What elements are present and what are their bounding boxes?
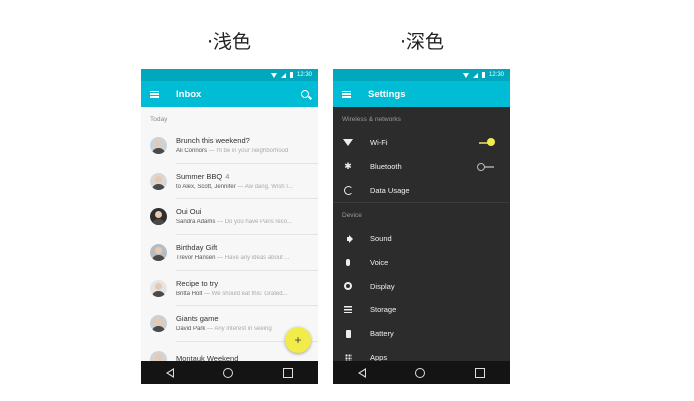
display-icon xyxy=(344,282,352,291)
wifi-toggle[interactable] xyxy=(477,137,495,148)
message-item[interactable]: Summer BBQ 4 to Alex, Scott, Jennifer — A… xyxy=(141,164,318,200)
message-item[interactable]: Brunch this weekend? Ali Connors — I'll … xyxy=(141,128,318,164)
message-subject: Summer BBQ xyxy=(176,171,223,181)
light-theme-caption: ·浅色 xyxy=(207,31,252,53)
battery-icon xyxy=(345,329,351,338)
compose-button[interactable]: + xyxy=(285,327,311,353)
navigation-bar xyxy=(141,361,318,384)
recent-apps-icon[interactable] xyxy=(283,367,294,378)
setting-label: Storage xyxy=(370,305,397,315)
message-subject: Birthday Gift xyxy=(176,243,218,253)
setting-sound[interactable]: Sound xyxy=(333,227,510,251)
status-bar: 12:30 xyxy=(333,69,510,81)
setting-label: Voice xyxy=(370,258,389,268)
back-icon[interactable] xyxy=(357,367,366,378)
section-label: Today xyxy=(150,116,168,123)
storage-icon xyxy=(344,306,352,314)
message-preview: — Aw dang, Wish I... xyxy=(235,183,293,190)
app-bar: Settings xyxy=(333,81,510,107)
setting-storage[interactable]: Storage xyxy=(333,298,510,322)
back-icon[interactable] xyxy=(165,367,174,378)
message-item[interactable]: Birthday Gift Trevor Hansen — Have any i… xyxy=(141,235,318,271)
message-sender: Britta Holt xyxy=(176,290,203,297)
setting-bluetooth[interactable]: ✱ Bluetooth xyxy=(333,155,510,179)
bluetooth-icon: ✱ xyxy=(344,161,352,172)
wifi-status-icon xyxy=(270,72,277,78)
clock: 12:30 xyxy=(296,72,312,78)
message-subject: Giants game xyxy=(176,314,219,324)
message-preview: — Have any ideas about ... xyxy=(215,255,290,262)
message-sender: Ali Connors xyxy=(176,148,208,155)
search-icon[interactable] xyxy=(301,90,309,98)
message-item[interactable]: Oui Oui Sandra Adams — Do you have Paris… xyxy=(141,199,318,235)
message-subject: Brunch this weekend? xyxy=(176,136,250,146)
home-icon[interactable] xyxy=(223,367,234,378)
menu-icon[interactable] xyxy=(150,90,159,98)
page-title: Inbox xyxy=(176,88,202,100)
thread-count: 4 xyxy=(225,171,230,181)
message-sender: Trevor Hansen xyxy=(176,255,216,262)
message-subject: Oui Oui xyxy=(176,207,202,217)
message-preview: — Any interest in seeing xyxy=(205,326,272,333)
setting-battery[interactable]: Battery xyxy=(333,322,510,346)
setting-voice[interactable]: Voice xyxy=(333,251,510,275)
avatar xyxy=(150,315,167,333)
avatar xyxy=(150,172,167,190)
signal-icon xyxy=(472,72,478,78)
settings-section-header: Wireless & networks xyxy=(342,115,401,123)
wifi-icon xyxy=(343,139,353,147)
battery-status-icon xyxy=(481,72,485,78)
avatar xyxy=(150,137,167,155)
dark-phone-screen: 12:30 Settings Wireless & networks Wi-Fi… xyxy=(333,69,510,384)
wifi-status-icon xyxy=(462,72,469,78)
setting-label: Bluetooth xyxy=(370,162,402,172)
recent-apps-icon[interactable] xyxy=(475,367,486,378)
setting-data-usage[interactable]: Data Usage xyxy=(333,178,510,202)
setting-display[interactable]: Display xyxy=(333,274,510,298)
settings-section-header: Device xyxy=(342,211,362,219)
setting-label: Sound xyxy=(370,234,392,244)
message-preview: — Do you have Paris reco... xyxy=(215,219,293,226)
menu-icon[interactable] xyxy=(342,90,351,98)
message-sender: to Alex, Scott, Jennifer xyxy=(176,183,236,190)
avatar xyxy=(150,208,167,226)
app-bar: Inbox xyxy=(141,81,318,107)
message-preview: — We should eat this: Grated... xyxy=(202,290,288,297)
status-bar: 12:30 xyxy=(141,69,318,81)
bluetooth-toggle[interactable] xyxy=(477,162,494,172)
light-phone-screen: 12:30 Inbox Today Brunch this weekend? A… xyxy=(141,69,318,384)
home-icon[interactable] xyxy=(415,367,426,378)
setting-label: Data Usage xyxy=(370,185,410,195)
setting-label: Wi-Fi xyxy=(370,138,388,148)
clock: 12:30 xyxy=(488,72,504,78)
apps-icon xyxy=(344,353,352,361)
message-subject: Recipe to try xyxy=(176,278,219,288)
page-title: Settings xyxy=(368,88,406,100)
setting-label: Battery xyxy=(370,329,394,339)
message-sender: David Park xyxy=(176,326,206,333)
navigation-bar xyxy=(333,361,510,384)
avatar xyxy=(150,279,167,297)
message-sender: Sandra Adams xyxy=(176,219,216,226)
dark-theme-caption: ·深色 xyxy=(400,31,445,53)
avatar xyxy=(150,244,167,262)
setting-wifi[interactable]: Wi-Fi xyxy=(333,131,510,155)
data-usage-icon xyxy=(343,185,353,195)
battery-status-icon xyxy=(289,72,293,78)
voice-icon xyxy=(346,259,350,267)
setting-label: Display xyxy=(370,281,395,291)
sound-icon xyxy=(346,236,350,241)
message-item[interactable]: Recipe to try Britta Holt — We should ea… xyxy=(141,270,318,307)
message-preview: — I'll be in your neighborhood xyxy=(207,148,289,155)
signal-icon xyxy=(280,72,286,78)
